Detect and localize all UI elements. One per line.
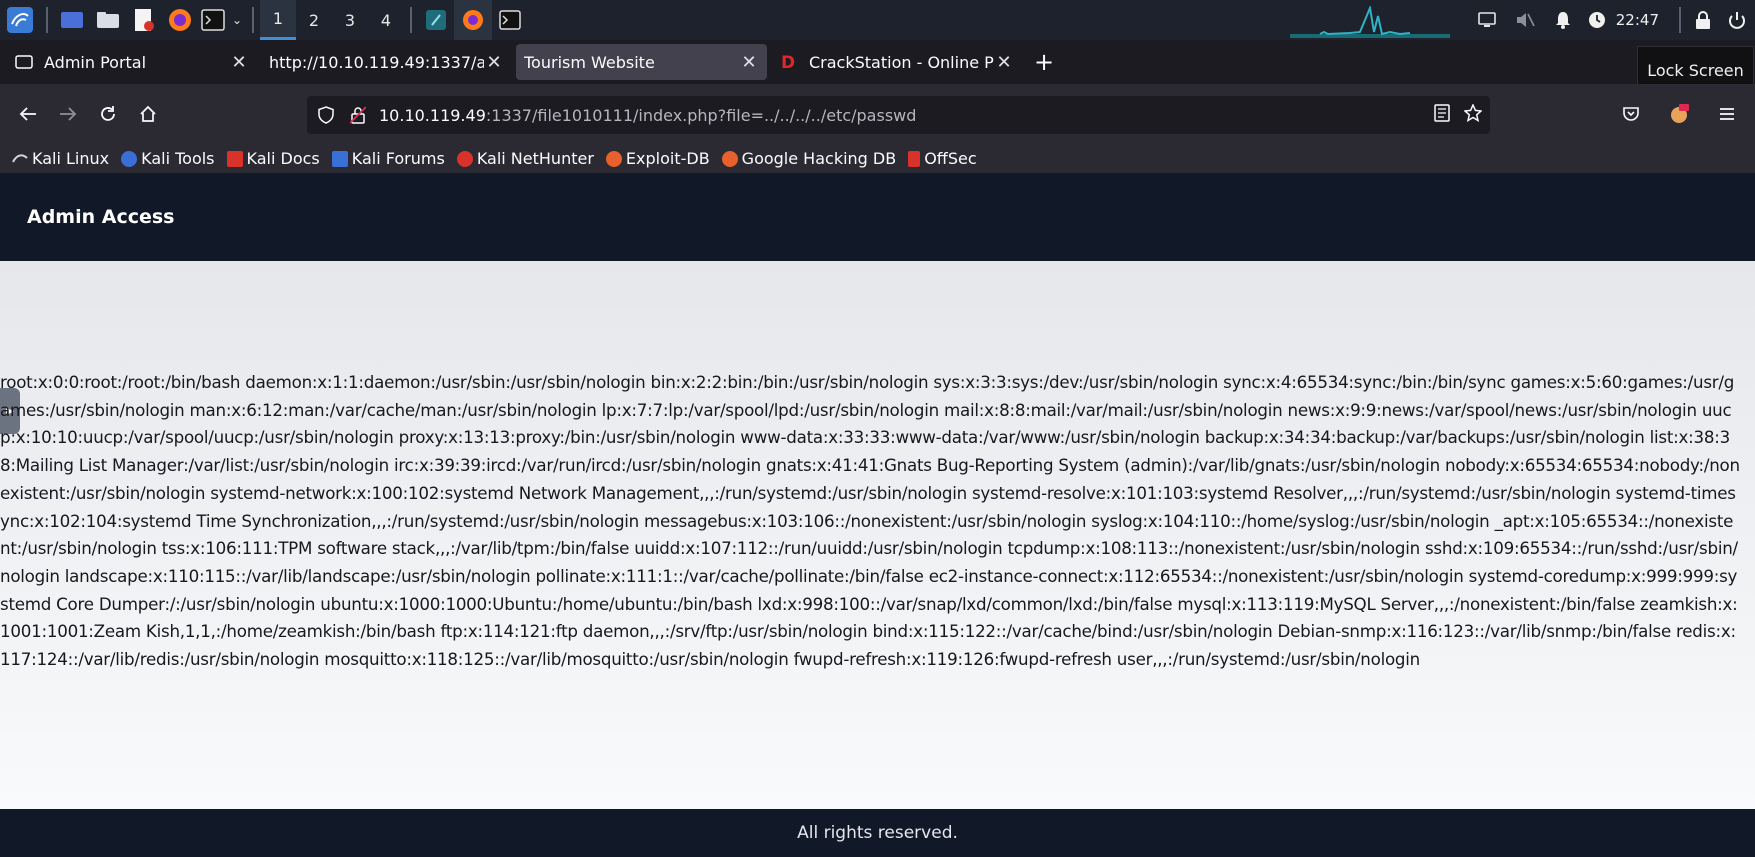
close-icon[interactable]: ✕ bbox=[739, 52, 759, 73]
workspace-3[interactable]: 3 bbox=[332, 0, 368, 40]
bookmark-label: Kali Forums bbox=[351, 149, 445, 168]
home-button[interactable] bbox=[130, 96, 166, 132]
kali-icon bbox=[12, 151, 28, 167]
new-tab-button[interactable]: + bbox=[1026, 44, 1062, 80]
reload-button[interactable] bbox=[90, 96, 126, 132]
network-monitor-icon bbox=[1290, 6, 1450, 38]
tab-title: CrackStation - Online Password Hash Crac… bbox=[809, 52, 994, 72]
browser-toolbar: 10.10.119.49:1337/file1010111/index.php?… bbox=[0, 84, 1755, 144]
kali-tools-icon bbox=[121, 150, 138, 167]
tab-title: Tourism Website bbox=[524, 52, 655, 72]
display-icon[interactable] bbox=[1468, 0, 1506, 40]
mute-icon[interactable] bbox=[1506, 0, 1544, 40]
bookmark-kali-forums[interactable]: Kali Forums bbox=[331, 149, 445, 168]
close-icon[interactable]: ✕ bbox=[229, 52, 249, 73]
close-icon[interactable]: ✕ bbox=[484, 52, 504, 73]
bookmark-label: Kali Docs bbox=[246, 149, 320, 168]
bookmark-label: Exploit-DB bbox=[625, 149, 710, 168]
clock[interactable]: 22:47 bbox=[1612, 11, 1673, 29]
tab-admin-portal[interactable]: Admin Portal ✕ bbox=[6, 44, 257, 80]
app-icon[interactable] bbox=[418, 0, 454, 40]
workspace-1[interactable]: 1 bbox=[260, 0, 296, 40]
taskbar-separator bbox=[46, 7, 48, 33]
page-icon bbox=[14, 52, 34, 72]
url-path: :1337/file1010111/index.php?file=../../.… bbox=[485, 105, 917, 125]
kali-docs-icon bbox=[226, 150, 243, 167]
bookmark-kali-nethunter[interactable]: Kali NetHunter bbox=[456, 149, 594, 168]
tab-tourism-website[interactable]: Tourism Website ✕ bbox=[516, 44, 767, 80]
tab-title: Admin Portal bbox=[44, 52, 147, 72]
bookmark-label: Kali Tools bbox=[141, 149, 215, 168]
bookmark-offsec[interactable]: OffSec bbox=[908, 149, 977, 168]
close-icon[interactable]: ✕ bbox=[994, 52, 1014, 73]
site-header: Admin Access bbox=[0, 173, 1755, 261]
desktop-icon[interactable] bbox=[54, 0, 90, 40]
firefox-icon[interactable] bbox=[162, 0, 198, 40]
pocket-icon[interactable] bbox=[1613, 96, 1649, 132]
bookmark-label: OffSec bbox=[924, 149, 977, 168]
firefox-window-icon[interactable] bbox=[454, 0, 492, 40]
terminal-icon[interactable] bbox=[198, 0, 228, 40]
bookmarks-toolbar: Kali Linux Kali Tools Kali Docs Kali For… bbox=[0, 144, 1755, 173]
offsec-icon bbox=[908, 150, 921, 167]
forward-button[interactable] bbox=[50, 96, 86, 132]
bookmark-google-hacking-db[interactable]: Google Hacking DB bbox=[721, 149, 897, 168]
bookmark-exploit-db[interactable]: Exploit-DB bbox=[605, 149, 710, 168]
nethunter-icon bbox=[456, 150, 473, 167]
file-manager-icon[interactable] bbox=[90, 0, 126, 40]
text-editor-icon[interactable] bbox=[126, 0, 162, 40]
bookmark-kali-linux[interactable]: Kali Linux bbox=[12, 149, 109, 168]
tab-admin-url[interactable]: http://10.10.119.49:1337/admin ✕ bbox=[261, 44, 512, 80]
reader-view-icon[interactable] bbox=[1434, 104, 1450, 126]
bookmark-label: Kali Linux bbox=[32, 149, 110, 168]
notification-bell-icon[interactable] bbox=[1544, 0, 1582, 40]
bookmark-label: Google Hacking DB bbox=[741, 149, 897, 168]
insecure-lock-icon[interactable] bbox=[347, 104, 369, 126]
exploitdb-icon bbox=[605, 150, 622, 167]
menu-icon[interactable] bbox=[1709, 96, 1745, 132]
taskbar-separator bbox=[252, 7, 254, 33]
main-content: ▶ root:x:0:0:root:/root:/bin/bash daemon… bbox=[0, 261, 1755, 809]
page-title: Admin Access bbox=[27, 206, 175, 228]
crackstation-icon: D bbox=[779, 52, 799, 72]
tab-title: http://10.10.119.49:1337/admin bbox=[269, 52, 484, 72]
url-bar[interactable]: 10.10.119.49:1337/file1010111/index.php?… bbox=[307, 96, 1490, 134]
kali-forums-icon bbox=[331, 150, 348, 167]
taskbar-separator bbox=[1679, 7, 1681, 33]
footer-copyright: All rights reserved. bbox=[797, 823, 958, 843]
system-taskbar: ⌄ 1 2 3 4 22:47 bbox=[0, 0, 1755, 40]
svg-text:D: D bbox=[781, 53, 795, 71]
back-button[interactable] bbox=[10, 96, 46, 132]
system-tray: 22:47 bbox=[1468, 0, 1755, 40]
browser-tab-strip: Admin Portal ✕ http://10.10.119.49:1337/… bbox=[0, 40, 1755, 84]
extension-icon[interactable] bbox=[1661, 96, 1697, 132]
passwd-file-output: root:x:0:0:root:/root:/bin/bash daemon:x… bbox=[0, 372, 1740, 670]
chevron-down-icon[interactable]: ⌄ bbox=[228, 0, 246, 40]
workspace-4[interactable]: 4 bbox=[368, 0, 404, 40]
bookmark-star-icon[interactable] bbox=[1463, 103, 1483, 126]
taskbar-separator bbox=[410, 7, 412, 33]
bookmark-kali-docs[interactable]: Kali Docs bbox=[226, 149, 320, 168]
ghdb-icon bbox=[721, 150, 738, 167]
terminal-window-icon[interactable] bbox=[492, 0, 528, 40]
site-footer: All rights reserved. bbox=[0, 809, 1755, 857]
bookmark-label: Kali NetHunter bbox=[476, 149, 594, 168]
workspace-2[interactable]: 2 bbox=[296, 0, 332, 40]
tab-crackstation[interactable]: D CrackStation - Online Password Hash Cr… bbox=[771, 44, 1022, 80]
power-icon[interactable] bbox=[1719, 0, 1755, 40]
lock-icon[interactable] bbox=[1687, 0, 1719, 40]
kali-menu-icon[interactable] bbox=[0, 0, 40, 40]
update-icon[interactable] bbox=[1582, 0, 1612, 40]
bookmark-kali-tools[interactable]: Kali Tools bbox=[121, 149, 215, 168]
url-host: 10.10.119.49 bbox=[379, 105, 486, 125]
shield-icon[interactable] bbox=[315, 104, 337, 126]
